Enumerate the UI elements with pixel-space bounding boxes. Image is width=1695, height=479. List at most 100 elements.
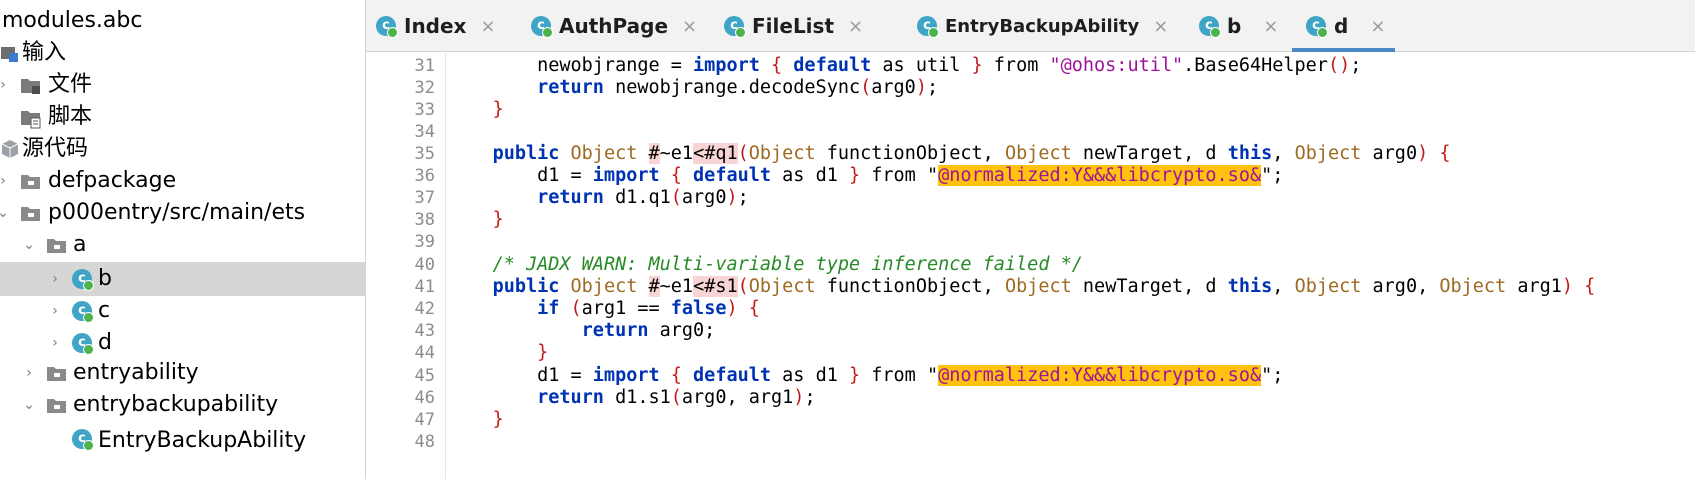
- tree-item-label: a: [73, 232, 87, 257]
- line-number: 35: [414, 144, 435, 164]
- tree-root[interactable]: modules.abc: [0, 4, 365, 38]
- chevron-down-icon[interactable]: ⌄: [20, 228, 38, 262]
- tree-item-source[interactable]: 源代码: [0, 132, 365, 166]
- tree-item-label: EntryBackupAbility: [98, 428, 307, 453]
- close-icon[interactable]: ×: [1370, 16, 1385, 37]
- code-line-31: newobjrange = import { default as util }…: [448, 55, 1362, 76]
- chevron-right-icon[interactable]: ›: [46, 294, 64, 328]
- line-number: 48: [414, 432, 435, 452]
- code-line-37: return d1.q1(arg0);: [537, 187, 749, 208]
- tree-item-scripts[interactable]: 脚本: [0, 100, 365, 134]
- tree-item-entrybackupability-class[interactable]: c EntryBackupAbility: [0, 420, 365, 454]
- tab-label: Index: [404, 14, 467, 38]
- chevron-right-icon[interactable]: ›: [20, 356, 38, 390]
- tree-item-label: c: [98, 298, 111, 323]
- tree-item-a[interactable]: ⌄ a: [0, 228, 365, 262]
- line-number: 36: [414, 166, 435, 186]
- close-icon[interactable]: ×: [1263, 16, 1278, 37]
- tree-item-label: 输入: [22, 40, 67, 65]
- code-editor[interactable]: 31 32 33 34 35 36 37 38 39 40 41 42 43 44 45 46 47 48 new…: [366, 53, 1695, 479]
- code-line-44: }: [537, 342, 549, 363]
- tree-item-label: 文件: [48, 72, 93, 97]
- tree-item-b[interactable]: › c b: [0, 262, 365, 296]
- code-line-46: return d1.s1(arg0, arg1);: [537, 387, 816, 408]
- tree-item-entryability[interactable]: › entryability: [0, 356, 365, 390]
- code-line-35: public Object #~e1<#q1(Object functionOb…: [492, 143, 1451, 164]
- folder-icon: [47, 367, 66, 381]
- folder-icon: [47, 239, 66, 253]
- class-c-icon: c: [531, 16, 553, 38]
- package-icon: [1, 140, 19, 158]
- line-number: 43: [414, 321, 435, 341]
- package-icon: [1, 47, 18, 62]
- close-icon[interactable]: ×: [682, 16, 697, 37]
- folder-icon: [21, 175, 40, 189]
- class-c-icon: c: [724, 16, 746, 38]
- line-number: 32: [414, 78, 435, 98]
- code-line-42: if (arg1 == false) {: [537, 298, 760, 319]
- tree-item-d[interactable]: › c d: [0, 326, 365, 360]
- line-number: 47: [414, 410, 435, 430]
- tree-item-label: entrybackupability: [73, 392, 279, 417]
- line-number: 33: [414, 100, 435, 120]
- tree-item-label: defpackage: [48, 168, 177, 193]
- tab-b[interactable]: c b ×: [1199, 0, 1278, 52]
- line-number: 42: [414, 299, 435, 319]
- tree-item-label: p000entry/src/main/ets: [48, 200, 306, 225]
- line-number-gutter: 31 32 33 34 35 36 37 38 39 40 41 42 43 44 45 46 47 48: [366, 53, 446, 479]
- chevron-right-icon[interactable]: ›: [0, 68, 12, 102]
- class-c-icon: c: [72, 333, 94, 355]
- tree-item-label: entryability: [73, 360, 199, 385]
- tab-d[interactable]: c d ×: [1291, 0, 1396, 52]
- line-number: 45: [414, 366, 435, 386]
- tree-item-input[interactable]: 输入: [0, 36, 365, 70]
- line-number: 37: [414, 188, 435, 208]
- close-icon[interactable]: ×: [480, 16, 495, 37]
- class-c-icon: c: [72, 301, 94, 323]
- chevron-down-icon[interactable]: ⌄: [0, 196, 12, 230]
- chevron-down-icon[interactable]: ⌄: [20, 388, 38, 422]
- code-line-38: }: [492, 209, 504, 230]
- class-c-icon: c: [917, 16, 939, 38]
- line-number: 39: [414, 232, 435, 252]
- chevron-right-icon[interactable]: ›: [0, 164, 12, 198]
- folder-icon: [21, 111, 41, 129]
- code-line-40: /* JADX WARN: Multi-variable type infere…: [492, 254, 1083, 275]
- tab-label: FileList: [752, 14, 835, 38]
- tree-item-label: d: [98, 330, 112, 355]
- tree-item-p000entry[interactable]: ⌄ p000entry/src/main/ets: [0, 196, 365, 230]
- tab-label: d: [1334, 14, 1349, 38]
- line-number: 31: [414, 56, 435, 76]
- code-line-41: public Object #~e1<#s1(Object functionOb…: [492, 276, 1596, 297]
- tree-item-defpackage[interactable]: › defpackage: [0, 164, 365, 198]
- tab-entrybackupability[interactable]: c EntryBackupAbility ×: [917, 0, 1168, 52]
- folder-icon: [21, 79, 40, 94]
- class-c-icon: c: [72, 429, 94, 451]
- tab-index[interactable]: c Index ×: [376, 0, 496, 52]
- tree-item-label: 脚本: [48, 104, 93, 129]
- close-icon[interactable]: ×: [848, 16, 863, 37]
- folder-icon: [47, 399, 66, 413]
- line-number: 34: [414, 122, 435, 142]
- code-line-36: d1 = import { default as d1 } from "@nor…: [448, 165, 1284, 186]
- line-number: 40: [414, 255, 435, 275]
- tree-item-c[interactable]: › c c: [0, 294, 365, 328]
- tab-filelist[interactable]: c FileList ×: [724, 0, 863, 52]
- tab-authpage[interactable]: c AuthPage ×: [531, 0, 697, 52]
- tree-item-entrybackupability[interactable]: ⌄ entrybackupability: [0, 388, 365, 422]
- class-c-icon: c: [72, 269, 94, 291]
- tree-item-files[interactable]: › 文件: [0, 68, 365, 102]
- line-number: 41: [414, 277, 435, 297]
- tree-root-label: modules.abc: [2, 8, 143, 33]
- tab-label: EntryBackupAbility: [945, 15, 1140, 37]
- class-c-icon: c: [1306, 16, 1328, 38]
- tab-label: b: [1227, 14, 1242, 38]
- folder-icon: [21, 207, 40, 221]
- code-line-45: d1 = import { default as d1 } from "@nor…: [448, 365, 1284, 386]
- code-line-33: }: [492, 99, 504, 120]
- chevron-right-icon[interactable]: ›: [46, 326, 64, 360]
- chevron-right-icon[interactable]: ›: [46, 262, 64, 296]
- close-icon[interactable]: ×: [1153, 16, 1168, 37]
